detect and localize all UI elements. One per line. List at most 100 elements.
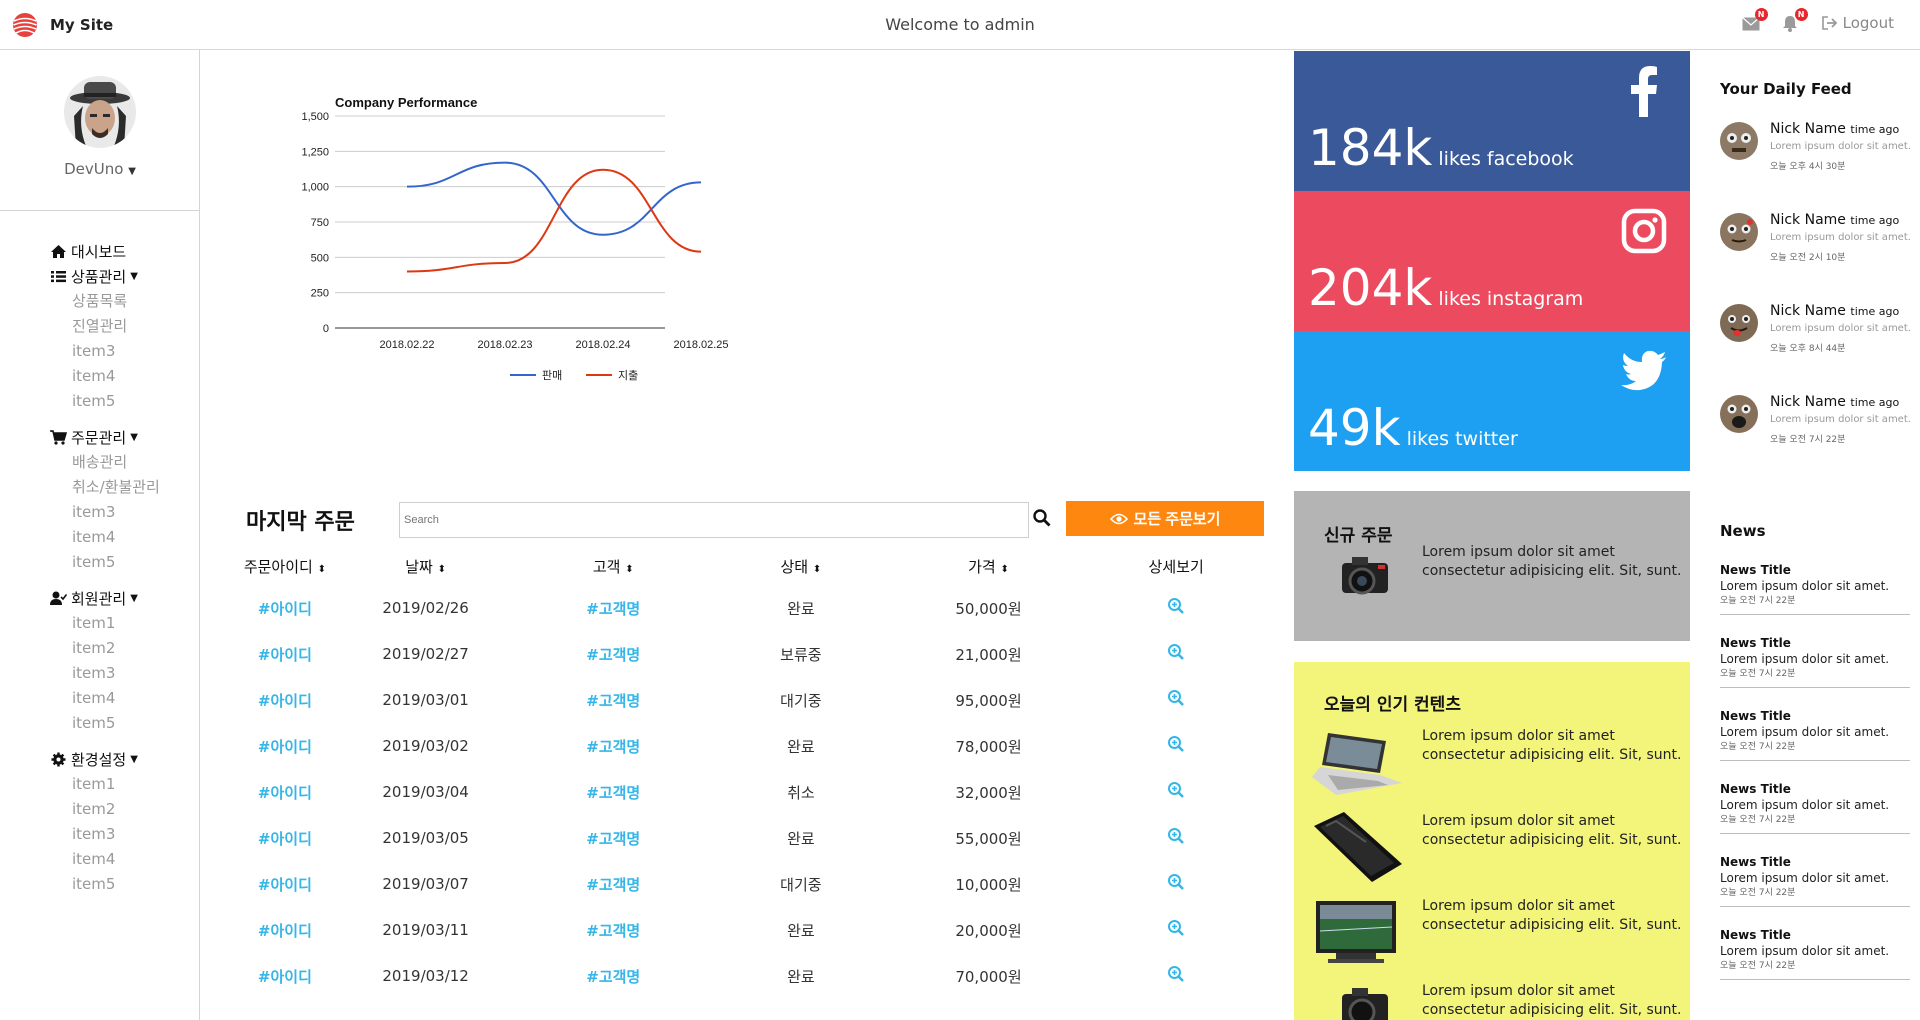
news-item[interactable]: News Title Lorem ipsum dolor sit amet. 오… [1720, 782, 1910, 834]
feed-item[interactable]: Nick Name time ago Lorem ipsum dolor sit… [1719, 394, 1911, 454]
column-header-price[interactable]: 가격 ⬍ [895, 548, 1083, 585]
popular-item[interactable]: Lorem ipsum dolor sit amet consectetur a… [1306, 982, 1686, 1020]
feed-item[interactable]: Nick Name time ago Lorem ipsum dolor sit… [1719, 121, 1911, 181]
zoom-in-icon[interactable] [1167, 827, 1185, 845]
zoom-in-icon[interactable] [1167, 965, 1185, 983]
submenu-item[interactable]: 진열관리 [72, 314, 160, 339]
feed-item[interactable]: Nick Name time ago Lorem ipsum dolor sit… [1719, 303, 1911, 363]
logout-button[interactable]: Logout [1821, 14, 1894, 32]
column-header-status[interactable]: 상태 ⬍ [707, 548, 895, 585]
submenu-item[interactable]: item5 [72, 389, 160, 414]
customer-link[interactable]: #고객명 [519, 861, 707, 907]
customer-link[interactable]: #고객명 [519, 677, 707, 723]
column-label: 고객 [592, 558, 621, 576]
instagram-tile[interactable]: 204k likes instagram [1294, 191, 1690, 331]
news-item[interactable]: News Title Lorem ipsum dolor sit amet. 오… [1720, 855, 1910, 907]
feed-item[interactable]: Nick Name time ago Lorem ipsum dolor sit… [1719, 212, 1911, 272]
news-item-title: News Title [1720, 782, 1791, 796]
order-id-link[interactable]: #아이디 [238, 677, 332, 723]
customer-link[interactable]: #고객명 [519, 585, 707, 631]
column-header-id[interactable]: 주문아이디 ⬍ [238, 548, 332, 585]
order-id-link[interactable]: #아이디 [238, 907, 332, 953]
order-id-link[interactable]: #아이디 [238, 861, 332, 907]
submenu-item[interactable]: item3 [72, 661, 160, 686]
zoom-in-icon[interactable] [1167, 873, 1185, 891]
facebook-tile[interactable]: 184k likes facebook [1294, 51, 1690, 191]
news-title: News [1720, 522, 1766, 540]
news-item-time: 오늘 오전 7시 22분 [1720, 742, 1796, 752]
order-id-link[interactable]: #아이디 [238, 953, 332, 999]
column-header-date[interactable]: 날짜 ⬍ [332, 548, 520, 585]
order-id-link[interactable]: #아이디 [238, 585, 332, 631]
submenu-item[interactable]: item1 [72, 611, 160, 636]
zoom-in-icon[interactable] [1167, 919, 1185, 937]
new-order-item: Lorem ipsum dolor sit amet consectetur a… [1306, 543, 1686, 613]
news-item[interactable]: News Title Lorem ipsum dolor sit amet. 오… [1720, 928, 1910, 980]
customer-link[interactable]: #고객명 [519, 953, 707, 999]
popular-item[interactable]: Lorem ipsum dolor sit amet consectetur a… [1306, 812, 1686, 882]
submenu-item[interactable]: item4 [72, 686, 160, 711]
x-tick-label: 2018.02.22 [379, 339, 434, 351]
y-tick-label: 500 [311, 252, 329, 264]
order-id-link[interactable]: #아이디 [238, 815, 332, 861]
brand[interactable]: My Site [12, 12, 113, 38]
menu-members[interactable]: 회원관리 ▼ [50, 586, 160, 611]
submenu-item[interactable]: item3 [72, 500, 160, 525]
zoom-in-icon[interactable] [1167, 597, 1185, 615]
submenu-item[interactable]: 상품목록 [72, 289, 160, 314]
user-check-icon [50, 591, 67, 605]
y-tick-label: 1,000 [301, 182, 329, 194]
menu-dashboard[interactable]: 대시보드 [50, 239, 160, 264]
order-id-link[interactable]: #아이디 [238, 769, 332, 815]
customer-link[interactable]: #고객명 [519, 769, 707, 815]
submenu-item[interactable]: item4 [72, 525, 160, 550]
popular-item[interactable]: Lorem ipsum dolor sit amet consectetur a… [1306, 897, 1686, 967]
news-item[interactable]: News Title Lorem ipsum dolor sit amet. 오… [1720, 563, 1910, 615]
order-id-link[interactable]: #아이디 [238, 723, 332, 769]
zoom-in-icon[interactable] [1167, 735, 1185, 753]
popular-item[interactable]: Lorem ipsum dolor sit amet consectetur a… [1306, 727, 1686, 797]
detail-cell [1082, 769, 1270, 815]
submenu-item[interactable]: 취소/환불관리 [72, 475, 160, 500]
submenu-item[interactable]: item5 [72, 711, 160, 736]
submenu-item[interactable]: item5 [72, 550, 160, 575]
submenu-item[interactable]: item4 [72, 364, 160, 389]
customer-link[interactable]: #고객명 [519, 815, 707, 861]
menu-settings[interactable]: 환경설정 ▼ [50, 747, 160, 772]
mail-button[interactable]: N [1741, 8, 1768, 33]
menu-orders[interactable]: 주문관리 ▼ [50, 425, 160, 450]
order-date: 2019/03/05 [382, 829, 469, 847]
submenu-item[interactable]: item5 [72, 872, 160, 897]
zoom-in-icon[interactable] [1167, 689, 1185, 707]
y-tick-label: 1,500 [301, 111, 329, 123]
column-header-customer[interactable]: 고객 ⬍ [519, 548, 707, 585]
news-item[interactable]: News Title Lorem ipsum dolor sit amet. 오… [1720, 636, 1910, 688]
menu-products[interactable]: 상품관리 ▼ [50, 264, 160, 289]
popular-item-text: Lorem ipsum dolor sit amet consectetur a… [1422, 812, 1681, 850]
avatar[interactable] [64, 76, 136, 148]
submenu-item[interactable]: item4 [72, 847, 160, 872]
news-item[interactable]: News Title Lorem ipsum dolor sit amet. 오… [1720, 709, 1910, 761]
customer-link[interactable]: #고객명 [519, 907, 707, 953]
zoom-in-icon[interactable] [1167, 643, 1185, 661]
table-row: #아이디 2019/03/02 #고객명 완료 78,000원 [238, 723, 1270, 769]
search-input[interactable] [399, 502, 1029, 538]
new-orders-card[interactable]: 신규 주문 Lorem ipsum dolor sit amet consect… [1294, 491, 1690, 641]
notification-button[interactable]: N [1782, 8, 1808, 33]
submenu-item[interactable]: item2 [72, 636, 160, 661]
submenu-item[interactable]: item3 [72, 339, 160, 364]
zoom-in-icon[interactable] [1167, 781, 1185, 799]
view-all-orders-button[interactable]: 모든 주문보기 [1066, 501, 1264, 536]
username-dropdown[interactable]: DevUno ▼ [0, 160, 200, 178]
submenu-item[interactable]: item3 [72, 822, 160, 847]
customer-link[interactable]: #고객명 [519, 723, 707, 769]
customer-link[interactable]: #고객명 [519, 631, 707, 677]
series-line-1 [406, 168, 702, 273]
twitter-tile[interactable]: 49k likes twitter [1294, 331, 1690, 471]
news-item-time: 오늘 오전 7시 22분 [1720, 888, 1796, 898]
order-id-link[interactable]: #아이디 [238, 631, 332, 677]
submenu-item[interactable]: item1 [72, 772, 160, 797]
submenu-item[interactable]: item2 [72, 797, 160, 822]
submenu-item[interactable]: 배송관리 [72, 450, 160, 475]
search-icon[interactable] [1032, 508, 1052, 528]
